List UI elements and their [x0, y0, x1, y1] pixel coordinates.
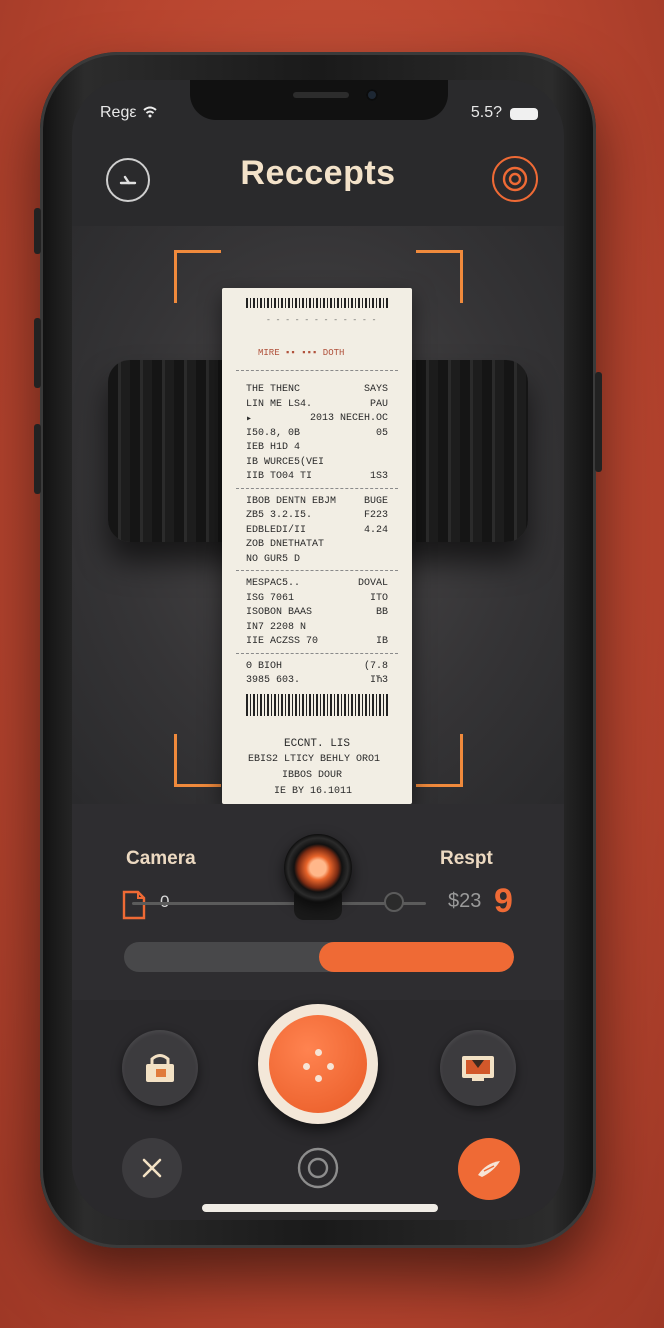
receipt-line-right: BUGE — [363, 495, 388, 507]
receipt-line-left: NO GUR5 D — [246, 553, 301, 565]
frame-corner-top-right — [416, 250, 463, 303]
zoom-slider-thumb[interactable] — [384, 892, 404, 912]
receipt-divider — [236, 487, 398, 489]
receipt-line-right: (7.8 — [363, 660, 388, 672]
receipt-divider — [236, 570, 398, 571]
receipt-footer-line: EBIS2 LTICY BEHLY ORO1 — [248, 754, 381, 765]
receipt-line-left: IEB H1D 4 — [246, 442, 301, 453]
battery-icon — [510, 108, 538, 120]
scan-progress-fill — [319, 942, 514, 972]
receipt-line-right: IB — [375, 636, 388, 647]
receipt-line-right: 1S3 — [369, 471, 388, 482]
receipt-footer-line: ECCNT. LIS — [284, 738, 351, 750]
speaker — [293, 92, 349, 98]
receipt-line-left: IIE ACZSS 70 — [246, 636, 319, 647]
brush-icon — [478, 1161, 500, 1177]
receipt-divider — [236, 370, 398, 371]
frame-corner-top-left — [174, 250, 221, 303]
receipt-line-left: IB WURCE5(VEI — [246, 456, 325, 468]
side-button-volume-up — [34, 318, 41, 388]
target-icon — [297, 1147, 339, 1189]
gallery-button[interactable] — [122, 1030, 198, 1106]
preview-button[interactable] — [440, 1030, 516, 1106]
receipt-header-line: - - - - - - - - - - - - — [266, 316, 377, 325]
status-carrier: Regε — [100, 104, 157, 122]
receipt-line-left: IIB TO04 TI — [246, 471, 313, 482]
phone-frame: Regε 5.5? Reccepts - - - - - - - - - - -… — [34, 52, 602, 1248]
receipt-footer-line: IE BY 16.1011 — [274, 786, 353, 797]
receipt-footer-line: IBBOS DOUR — [282, 770, 343, 781]
receipt-line-left: I50.8, 0B — [246, 427, 301, 439]
target-icon — [502, 166, 528, 192]
document-icon — [122, 890, 146, 920]
action-bar — [72, 1000, 564, 1220]
front-camera — [366, 89, 378, 101]
frame-corner-bottom-left — [174, 734, 221, 787]
monitor-icon — [462, 1056, 494, 1081]
home-indicator — [202, 1204, 438, 1212]
shutter-icon — [269, 1015, 367, 1113]
receipt-line-right: F223 — [363, 510, 388, 521]
capture-lens-button[interactable] — [284, 834, 352, 902]
side-button-volume-down — [34, 424, 41, 494]
receipt-line-right: 4.24 — [363, 524, 388, 536]
amount-count: 9 — [494, 882, 513, 920]
receipt-line-right: BB — [375, 607, 388, 618]
wifi-icon — [143, 106, 157, 118]
status-time: 5.5? — [470, 104, 502, 121]
receipt-barcode-top — [246, 298, 388, 308]
receipt-line-left: LIN ME LS4. — [246, 398, 313, 410]
receipt-line-left: IBOB DENTN EBJM — [246, 495, 337, 507]
receipt-line-left: EDBLEDI/II — [246, 524, 307, 536]
receipt-line-left: MESPAC5.. — [246, 578, 301, 589]
receipt-line-right: IЋ3 — [369, 675, 388, 686]
camera-label: Camera — [126, 848, 196, 869]
receipt-line-right: 2013 NECEH.OC — [309, 413, 388, 424]
receipt-line-right: SAYS — [363, 384, 388, 395]
receipt-line-left: THE THENC — [246, 384, 301, 395]
receipt-line-left: IN7 2208 N — [246, 621, 307, 633]
receipt-line-left: ZB5 3.2.I5. — [246, 510, 313, 521]
camera-viewfinder[interactable]: - - - - - - - - - - - - MIRE ▪▪ ▪▪▪ DOTH… — [72, 226, 564, 804]
frame-corner-bottom-right — [416, 734, 463, 787]
receipt-line-left: ISG 7061 — [246, 592, 295, 604]
screen: Regε 5.5? Reccepts - - - - - - - - - - -… — [72, 80, 564, 1220]
receipt-header-line: MIRE ▪▪ ▪▪▪ DOTH — [258, 348, 345, 358]
confirm-button[interactable] — [458, 1138, 520, 1200]
receipt-line-right: PAU — [369, 398, 388, 410]
notch — [190, 80, 448, 120]
receipt-barcode-bottom — [246, 694, 388, 716]
zoom-slider[interactable] — [132, 902, 426, 905]
receipt-line-left: ZOB DNETHATAT — [246, 539, 325, 550]
receipt-line-left: ISOBON BAAS — [246, 607, 313, 618]
receipt-divider — [236, 652, 398, 654]
side-button-power — [595, 372, 602, 472]
shutter-button[interactable] — [258, 1004, 378, 1124]
scan-controls: Camera Respt 0 $23 9 — [72, 804, 564, 1002]
amount-value: $23 — [448, 890, 482, 912]
scan-progress-bar — [124, 942, 514, 972]
receipt-line-left: Θ BIOH — [246, 660, 283, 672]
receipt-preview: - - - - - - - - - - - - MIRE ▪▪ ▪▪▪ DOTH… — [222, 288, 412, 804]
receipt-line-right: ITO — [369, 592, 388, 604]
page-title: Reccepts — [240, 154, 396, 192]
receipt-line-left: 3985 603. — [246, 675, 301, 686]
lock-icon — [146, 1054, 174, 1082]
close-icon — [142, 1158, 162, 1178]
receipt-line-right: 05 — [375, 427, 388, 439]
receipt-label: Respt — [440, 848, 493, 869]
receipt-line-left: ▸ — [246, 414, 253, 425]
focus-button[interactable] — [294, 1144, 342, 1192]
close-button[interactable] — [122, 1138, 182, 1198]
side-button-mute — [34, 208, 41, 254]
receipt-line-right: DOVAL — [357, 578, 388, 589]
settings-button[interactable] — [492, 156, 538, 202]
